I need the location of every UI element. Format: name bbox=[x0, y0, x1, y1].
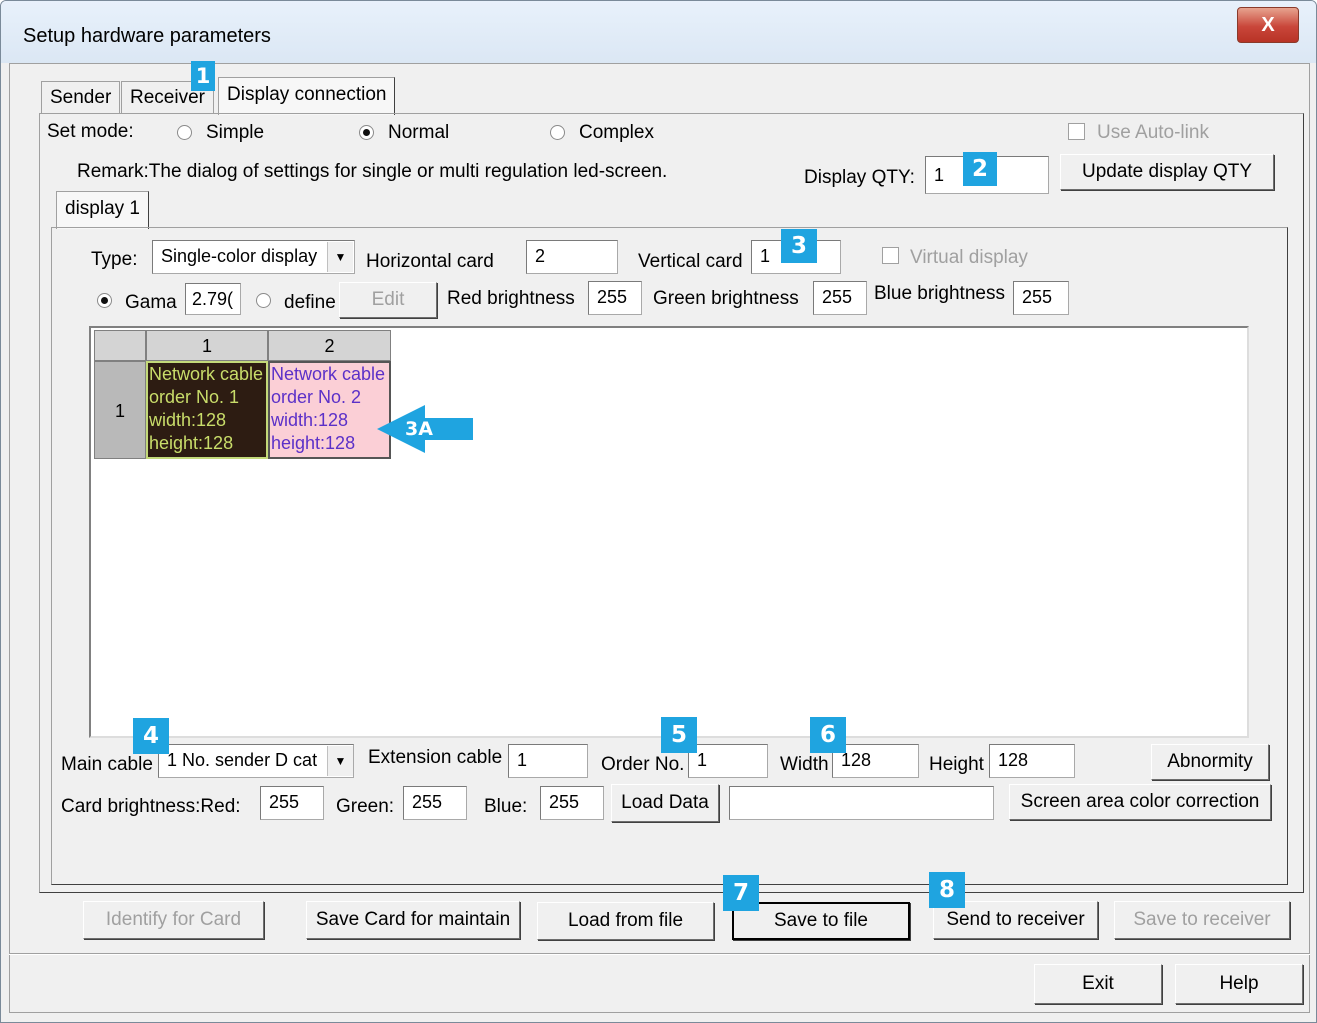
annotation-marker-7: 7 bbox=[723, 875, 759, 911]
green-brightness-label: Green brightness bbox=[653, 288, 799, 309]
footer-divider bbox=[9, 953, 1310, 955]
chevron-down-icon[interactable]: ▼ bbox=[327, 242, 353, 272]
gama-input[interactable]: 2.79( bbox=[185, 283, 241, 315]
cell-2-line-cable: Network cable bbox=[271, 364, 386, 384]
type-label: Type: bbox=[91, 249, 138, 270]
card-brightness-blue-label: Blue: bbox=[484, 796, 528, 817]
simple-label: Simple bbox=[206, 122, 265, 143]
column-header-2[interactable]: 2 bbox=[268, 330, 391, 361]
height-input[interactable]: 128 bbox=[989, 744, 1075, 778]
order-no-input[interactable]: 1 bbox=[688, 744, 768, 778]
close-button[interactable]: X bbox=[1237, 7, 1299, 43]
tab-sender[interactable]: Sender bbox=[41, 81, 121, 114]
annotation-marker-8: 8 bbox=[929, 872, 965, 908]
exit-button[interactable]: Exit bbox=[1034, 964, 1162, 1004]
card-brightness-blue-input[interactable]: 255 bbox=[540, 786, 604, 820]
virtual-display-checkbox[interactable] bbox=[882, 247, 899, 264]
gama-radio[interactable] bbox=[97, 293, 112, 308]
main-cable-select-value: 1 No. sender D cat bbox=[167, 750, 318, 770]
cell-2-line-width: width:128 bbox=[271, 410, 349, 430]
save-card-for-maintain-button[interactable]: Save Card for maintain bbox=[306, 901, 520, 939]
annotation-marker-6: 6 bbox=[810, 717, 846, 753]
annotation-marker-3a: 3A bbox=[405, 418, 433, 440]
define-label: define bbox=[284, 292, 336, 313]
update-display-qty-button[interactable]: Update display QTY bbox=[1060, 154, 1274, 190]
simple-radio[interactable] bbox=[177, 125, 192, 140]
grid-corner-header bbox=[94, 330, 146, 361]
virtual-display-label: Virtual display bbox=[910, 247, 1028, 268]
tab-display-connection[interactable]: Display connection bbox=[218, 77, 396, 115]
red-brightness-input[interactable]: 255 bbox=[588, 281, 642, 315]
blue-brightness-input[interactable]: 255 bbox=[1013, 281, 1069, 315]
extension-cable-input[interactable]: 1 bbox=[508, 744, 588, 778]
width-label: Width bbox=[780, 754, 829, 775]
annotation-marker-4: 4 bbox=[133, 718, 169, 754]
blue-brightness-label: Blue brightness bbox=[874, 283, 1005, 304]
dialog-window: Setup hardware parameters X Sender Recei… bbox=[0, 0, 1317, 1023]
save-to-receiver-button[interactable]: Save to receiver bbox=[1114, 901, 1290, 939]
load-from-file-button[interactable]: Load from file bbox=[537, 902, 714, 940]
annotation-marker-1: 1 bbox=[191, 61, 215, 91]
complex-label: Complex bbox=[579, 122, 654, 143]
main-cable-label: Main cable bbox=[61, 754, 153, 775]
annotation-marker-3: 3 bbox=[781, 229, 817, 263]
annotation-marker-5: 5 bbox=[661, 717, 697, 753]
order-no-label: Order No. bbox=[601, 754, 685, 775]
main-cable-select[interactable]: 1 No. sender D cat bbox=[158, 744, 354, 778]
complex-radio[interactable] bbox=[550, 125, 565, 140]
row-header-1[interactable]: 1 bbox=[94, 361, 146, 459]
annotation-marker-2: 2 bbox=[963, 152, 997, 186]
identify-for-card-button[interactable]: Identify for Card bbox=[83, 901, 264, 939]
card-brightness-green-input[interactable]: 255 bbox=[403, 786, 467, 820]
grid-cell-1-2[interactable]: Network cable order No. 2 width:128 heig… bbox=[268, 361, 391, 459]
red-brightness-label: Red brightness bbox=[447, 288, 575, 309]
screen-area-color-correction-button[interactable]: Screen area color correction bbox=[1009, 784, 1271, 820]
load-data-path-input[interactable] bbox=[729, 786, 994, 820]
extension-cable-label: Extension cable bbox=[368, 747, 503, 768]
load-data-button[interactable]: Load Data bbox=[611, 784, 719, 822]
cell-1-line-width: width:128 bbox=[149, 410, 227, 430]
remark-text: Remark:The dialog of settings for single… bbox=[77, 161, 668, 182]
cell-2-line-order: order No. 2 bbox=[271, 387, 362, 407]
normal-radio[interactable] bbox=[359, 125, 374, 140]
chevron-down-icon[interactable]: ▼ bbox=[327, 746, 353, 776]
green-brightness-input[interactable]: 255 bbox=[813, 281, 867, 315]
card-brightness-red-label: Card brightness:Red: bbox=[61, 796, 241, 817]
normal-label: Normal bbox=[388, 122, 450, 143]
card-brightness-red-input[interactable]: 255 bbox=[260, 786, 324, 820]
use-auto-link-label: Use Auto-link bbox=[1097, 122, 1209, 143]
tab-display-1[interactable]: display 1 bbox=[56, 191, 149, 229]
vertical-card-label: Vertical card bbox=[638, 251, 743, 272]
window-title: Setup hardware parameters bbox=[23, 25, 271, 47]
set-mode-label: Set mode: bbox=[47, 121, 134, 142]
type-select[interactable]: Single-color display bbox=[152, 240, 355, 274]
height-label: Height bbox=[929, 754, 984, 775]
help-button[interactable]: Help bbox=[1175, 964, 1303, 1004]
cell-1-line-height: height:128 bbox=[149, 433, 234, 453]
edit-button[interactable]: Edit bbox=[339, 282, 437, 318]
horizontal-card-label: Horizontal card bbox=[366, 251, 494, 272]
define-radio[interactable] bbox=[256, 293, 271, 308]
horizontal-card-input[interactable]: 2 bbox=[526, 240, 618, 274]
use-auto-link-checkbox[interactable] bbox=[1068, 123, 1085, 140]
cell-2-line-height: height:128 bbox=[271, 433, 356, 453]
grid-cell-1-1[interactable]: Network cable order No. 1 width:128 heig… bbox=[146, 361, 268, 459]
type-select-value: Single-color display bbox=[161, 246, 318, 266]
column-header-1[interactable]: 1 bbox=[146, 330, 268, 361]
gama-label: Gama bbox=[125, 292, 177, 313]
cell-1-line-order: order No. 1 bbox=[149, 387, 240, 407]
abnormity-button[interactable]: Abnormity bbox=[1151, 744, 1269, 780]
cell-1-line-cable: Network cable bbox=[149, 364, 264, 384]
card-brightness-green-label: Green: bbox=[336, 796, 395, 817]
display-qty-label: Display QTY: bbox=[804, 167, 915, 188]
